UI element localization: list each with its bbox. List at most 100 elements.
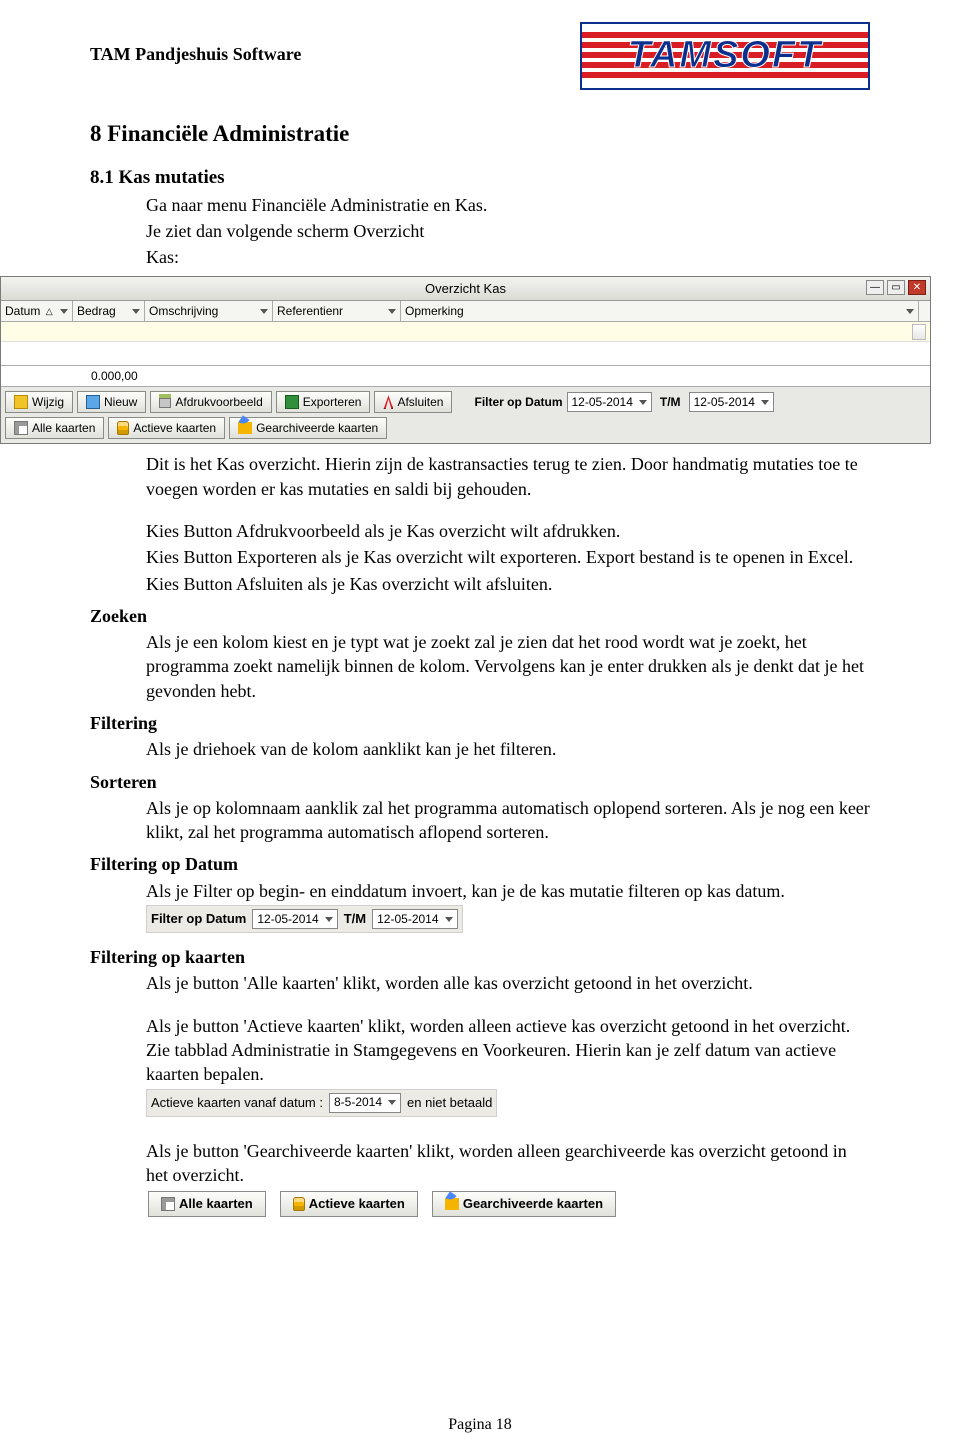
- filter-to-value: 12-05-2014: [377, 911, 438, 927]
- actieve-suffix: en niet betaald: [407, 1094, 492, 1112]
- filter-from-value: 12-05-2014: [257, 911, 318, 927]
- afsluiten-label: Afsluiten: [397, 394, 443, 410]
- chevron-down-icon[interactable]: [906, 309, 914, 314]
- section-heading: 8 Financiële Administratie: [90, 118, 870, 149]
- window-title: Overzicht Kas: [425, 281, 506, 296]
- column-label: Datum: [5, 303, 40, 319]
- actieve-kaarten-snippet: Actieve kaarten vanaf datum : 8-5-2014 e…: [146, 1089, 870, 1117]
- database-icon: [293, 1197, 305, 1211]
- actieve-kaarten-button[interactable]: Actieve kaarten: [108, 417, 225, 439]
- filter-from-value: 12-05-2014: [572, 394, 633, 410]
- column-header-bedrag[interactable]: Bedrag: [73, 301, 145, 321]
- focused-row[interactable]: [1, 322, 930, 342]
- column-headers: Datum △ Bedrag Omschrijving Referentienr Opme…: [1, 301, 930, 322]
- nieuw-label: Nieuw: [104, 394, 137, 410]
- chevron-down-icon: [388, 1100, 396, 1105]
- column-label: Opmerking: [405, 303, 464, 319]
- afdruk-paragraph: Kies Button Afdrukvoorbeeld als je Kas o…: [146, 519, 870, 543]
- afdrukvoorbeeld-button[interactable]: Afdrukvoorbeeld: [150, 391, 271, 413]
- sorteren-paragraph: Als je op kolomnaam aanklik zal het prog…: [146, 796, 870, 845]
- brand-logo: TAMSOFT: [580, 22, 870, 90]
- close-button[interactable]: ✕: [908, 280, 926, 295]
- actieve-kaarten-button[interactable]: Actieve kaarten: [280, 1191, 418, 1217]
- column-label: Bedrag: [77, 303, 116, 319]
- edit-icon: [14, 395, 28, 409]
- minimize-button[interactable]: —: [866, 280, 884, 295]
- doc-header-title: TAM Pandjeshuis Software: [90, 22, 301, 66]
- column-header-datum[interactable]: Datum △: [1, 301, 73, 321]
- export-icon: [285, 395, 299, 409]
- filter-to-date[interactable]: 12-05-2014: [689, 392, 774, 412]
- chevron-down-icon[interactable]: [60, 309, 68, 314]
- actieve-kaarten-label: Actieve kaarten: [133, 420, 216, 436]
- alle-kaarten-button[interactable]: Alle kaarten: [148, 1191, 266, 1217]
- gearchiveerde-kaarten-label: Gearchiveerde kaarten: [256, 420, 378, 436]
- filter-from-date[interactable]: 12-05-2014: [252, 909, 337, 929]
- archive-icon: [445, 1198, 459, 1210]
- gearchiveerde-kaarten-button[interactable]: Gearchiveerde kaarten: [229, 417, 387, 439]
- actieve-date-field[interactable]: 8-5-2014: [329, 1093, 401, 1113]
- chevron-down-icon: [325, 917, 333, 922]
- filter-op-datum-label: Filter op Datum: [151, 910, 246, 928]
- filter-from-date[interactable]: 12-05-2014: [567, 392, 652, 412]
- toolbar-row-1: Wijzig Nieuw Afdrukvoorbeeld Exporteren …: [1, 387, 930, 417]
- after-window-paragraph: Dit is het Kas overzicht. Hierin zijn de…: [146, 452, 870, 501]
- column-header-opmerking[interactable]: Opmerking: [401, 301, 919, 321]
- intro-line-1: Ga naar menu Financiële Administratie en…: [146, 193, 870, 217]
- afsluiten-button[interactable]: Afsluiten: [374, 391, 452, 413]
- intro-line-3: Kas:: [146, 245, 870, 269]
- column-label: Omschrijving: [149, 303, 218, 319]
- fk-paragraph-3: Als je button 'Gearchiveerde kaarten' kl…: [146, 1139, 870, 1188]
- brand-logo-text: TAMSOFT: [582, 30, 868, 81]
- chevron-down-icon: [761, 400, 769, 405]
- filter-to-date[interactable]: 12-05-2014: [372, 909, 457, 929]
- actieve-kaarten-label: Actieve kaarten: [309, 1195, 405, 1213]
- column-header-referentienr[interactable]: Referentienr: [273, 301, 401, 321]
- filter-op-datum-label: Filter op Datum: [474, 394, 562, 410]
- toolbar-row-2: Alle kaarten Actieve kaarten Gearchiveer…: [1, 417, 930, 443]
- grid-icon: [161, 1197, 175, 1211]
- filtering-op-datum-heading: Filtering op Datum: [90, 852, 870, 876]
- nieuw-button[interactable]: Nieuw: [77, 391, 146, 413]
- gearchiveerde-kaarten-button[interactable]: Gearchiveerde kaarten: [432, 1191, 616, 1217]
- column-label: Referentienr: [277, 303, 343, 319]
- subsection-heading: 8.1 Kas mutaties: [90, 165, 870, 191]
- tm-label: T/M: [660, 394, 681, 410]
- close-icon: [383, 395, 393, 409]
- actieve-prefix: Actieve kaarten vanaf datum :: [151, 1094, 323, 1112]
- exporteren-button[interactable]: Exporteren: [276, 391, 371, 413]
- column-header-omschrijving[interactable]: Omschrijving: [145, 301, 273, 321]
- alle-kaarten-button[interactable]: Alle kaarten: [5, 417, 104, 439]
- chevron-down-icon: [445, 917, 453, 922]
- intro-line-2: Je ziet dan volgende scherm Overzicht: [146, 219, 870, 243]
- chevron-down-icon: [639, 400, 647, 405]
- afsluiten-paragraph: Kies Button Afsluiten als je Kas overzic…: [146, 572, 870, 596]
- maximize-button[interactable]: ▭: [887, 280, 905, 295]
- gearchiveerde-kaarten-label: Gearchiveerde kaarten: [463, 1195, 603, 1213]
- grid-body[interactable]: [1, 322, 930, 366]
- overzicht-kas-window: Overzicht Kas — ▭ ✕ Datum △ Bedrag Omschrij…: [0, 276, 931, 445]
- alle-kaarten-label: Alle kaarten: [32, 420, 95, 436]
- kaarten-buttons-snippet: Alle kaarten Actieve kaarten Gearchiveer…: [146, 1189, 870, 1219]
- fk-paragraph-1: Als je button 'Alle kaarten' klikt, word…: [146, 971, 870, 995]
- sorteren-heading: Sorteren: [90, 770, 870, 794]
- filtering-op-datum-paragraph: Als je Filter op begin- en einddatum inv…: [146, 879, 870, 903]
- chevron-down-icon[interactable]: [260, 309, 268, 314]
- chevron-down-icon[interactable]: [388, 309, 396, 314]
- wijzig-button[interactable]: Wijzig: [5, 391, 73, 413]
- tm-label: T/M: [344, 910, 366, 928]
- grid-icon: [14, 421, 28, 435]
- filter-date-snippet: Filter op Datum 12-05-2014 T/M 12-05-201…: [146, 905, 870, 933]
- chevron-down-icon[interactable]: [132, 309, 140, 314]
- filtering-paragraph: Als je driehoek van de kolom aanklikt ka…: [146, 737, 870, 761]
- print-icon: [159, 398, 171, 408]
- filter-to-value: 12-05-2014: [694, 394, 755, 410]
- page-footer: Pagina 18: [0, 1414, 960, 1436]
- actieve-date-value: 8-5-2014: [334, 1094, 382, 1110]
- wijzig-label: Wijzig: [32, 394, 64, 410]
- new-icon: [86, 395, 100, 409]
- alle-kaarten-label: Alle kaarten: [179, 1195, 253, 1213]
- window-titlebar: Overzicht Kas — ▭ ✕: [1, 277, 930, 302]
- zoeken-paragraph: Als je een kolom kiest en je typt wat je…: [146, 630, 870, 703]
- sort-asc-icon: △: [46, 305, 53, 317]
